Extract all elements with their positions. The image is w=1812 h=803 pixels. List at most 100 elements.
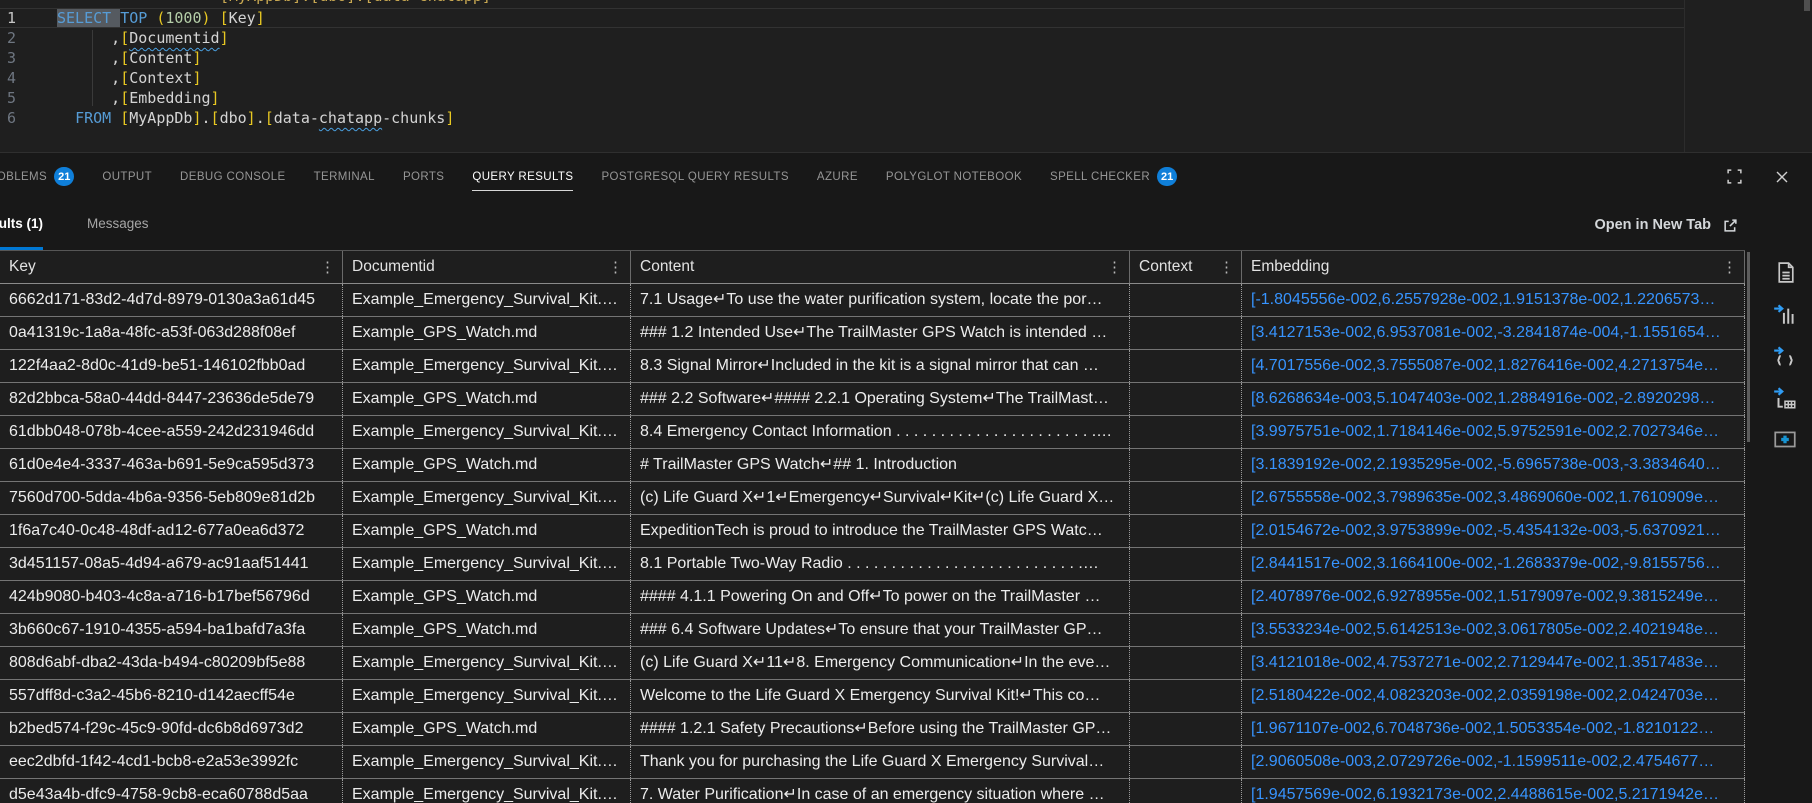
cell-documentid[interactable]: Example_GPS_Watch.md [343,317,631,349]
cell-documentid[interactable]: Example_GPS_Watch.md [343,581,631,613]
cell-embedding[interactable]: [1.9671107e-002,6.7048736e-002,1.5053354… [1242,713,1745,745]
cell-key[interactable]: 0a41319c-1a8a-48fc-a53f-063d288f08ef [0,317,343,349]
cell-context[interactable] [1130,713,1242,745]
save-csv-icon[interactable] [1771,258,1799,286]
cell-context[interactable] [1130,647,1242,679]
cell-content[interactable]: #### 1.2.1 Safety Precautions↵Before usi… [631,713,1130,745]
cell-key[interactable]: 61d0e4e4-3337-463a-b691-5e9ca595d373 [0,449,343,481]
cell-content[interactable]: Thank you for purchasing the Life Guard … [631,746,1130,778]
cell-embedding[interactable]: [2.9060508e-003,2.0729726e-002,-1.159951… [1242,746,1745,778]
cell-context[interactable] [1130,383,1242,415]
tab-results[interactable]: Results (1) [0,200,44,250]
cell-context[interactable] [1130,284,1242,316]
cell-documentid[interactable]: Example_Emergency_Survival_Kit.pdf [343,680,631,712]
cell-context[interactable] [1130,779,1242,803]
show-visualization-icon[interactable] [1771,426,1799,454]
tab-messages[interactable]: Messages [87,200,149,250]
cell-documentid[interactable]: Example_Emergency_Survival_Kit.pdf [343,284,631,316]
cell-content[interactable]: #### 4.1.1 Powering On and Off↵To power … [631,581,1130,613]
panel-tab-terminal[interactable]: TERMINAL [314,153,375,200]
cell-documentid[interactable]: Example_Emergency_Survival_Kit.pdf [343,548,631,580]
cell-key[interactable]: 557dff8d-c3a2-45b6-8210-d142aecff54e [0,680,343,712]
cell-embedding[interactable]: [3.5533234e-002,5.6142513e-002,3.0617805… [1242,614,1745,646]
cell-key[interactable]: 122f4aa2-8d0c-41d9-be51-146102fbb0ad [0,350,343,382]
cell-key[interactable]: 82d2bbca-58a0-44dd-8447-23636de5de79 [0,383,343,415]
cell-embedding[interactable]: [3.1839192e-002,2.1935295e-002,-5.696573… [1242,449,1745,481]
cell-content[interactable]: 8.4 Emergency Contact Information . . . … [631,416,1130,448]
cell-content[interactable]: Welcome to the Life Guard X Emergency Su… [631,680,1130,712]
cell-embedding[interactable]: [4.7017556e-002,3.7555087e-002,1.8276416… [1242,350,1745,382]
panel-tab-debug-console[interactable]: DEBUG CONSOLE [180,153,286,200]
cell-key[interactable]: eec2dbfd-1f42-4cd1-bcb8-e2a53e3992fc [0,746,343,778]
panel-tab-polyglot-notebook[interactable]: POLYGLOT NOTEBOOK [886,153,1022,200]
cell-key[interactable]: 3d451157-08a5-4d94-a679-ac91aaf51441 [0,548,343,580]
cell-context[interactable] [1130,449,1242,481]
cell-context[interactable] [1130,548,1242,580]
editor-scrollbar[interactable] [1804,0,1810,11]
cell-key[interactable]: 7560d700-5dda-4b6a-9356-5eb809e81d2b [0,482,343,514]
panel-tab-ports[interactable]: PORTS [403,153,444,200]
code-line[interactable]: 5 ,[Embedding] [0,88,1684,108]
cell-embedding[interactable]: [2.6755558e-002,3.7989635e-002,3.4869060… [1242,482,1745,514]
cell-key[interactable]: 1f6a7c40-0c48-48df-ad12-677a0ea6d372 [0,515,343,547]
column-menu-icon[interactable]: ⋮ [1104,258,1125,276]
code-line[interactable]: 4 ,[Context] [0,68,1684,88]
column-menu-icon[interactable]: ⋮ [1216,258,1237,276]
code-line[interactable]: 6 FROM [MyAppDb].[dbo].[data-chatapp-chu… [0,108,1684,128]
cell-documentid[interactable]: Example_GPS_Watch.md [343,515,631,547]
cell-documentid[interactable]: Example_GPS_Watch.md [343,614,631,646]
cell-documentid[interactable]: Example_Emergency_Survival_Kit.pdf [343,647,631,679]
cell-key[interactable]: 808d6abf-dba2-43da-b494-c80209bf5e88 [0,647,343,679]
save-excel-icon[interactable] [1771,300,1799,328]
cell-embedding[interactable]: [2.8441517e-002,3.1664100e-002,-1.268337… [1242,548,1745,580]
cell-embedding[interactable]: [1.9457569e-002,6.1932173e-002,2.4488615… [1242,779,1745,803]
cell-embedding[interactable]: [3.4121018e-002,4.7537271e-002,2.7129447… [1242,647,1745,679]
cell-embedding[interactable]: [2.0154672e-002,3.9753899e-002,-5.435413… [1242,515,1745,547]
panel-tab-azure[interactable]: AZURE [817,153,858,200]
cell-context[interactable] [1130,416,1242,448]
cell-embedding[interactable]: [3.4127153e-002,6.9537081e-002,-3.284187… [1242,317,1745,349]
cell-key[interactable]: 6662d171-83d2-4d7d-8979-0130a3a61d45 [0,284,343,316]
cell-key[interactable]: 424b9080-b403-4c8a-a716-b17bef56796d [0,581,343,613]
cell-context[interactable] [1130,317,1242,349]
cell-context[interactable] [1130,746,1242,778]
cell-context[interactable] [1130,614,1242,646]
cell-key[interactable]: d5e43a4b-dfc9-4758-9cb8-eca60788d5aa [0,779,343,803]
cell-content[interactable]: ExpeditionTech is proud to introduce the… [631,515,1130,547]
cell-documentid[interactable]: Example_GPS_Watch.md [343,713,631,745]
cell-key[interactable]: 61dbb048-078b-4cee-a559-242d231946dd [0,416,343,448]
cell-embedding[interactable]: [8.6268634e-003,5.1047403e-002,1.2884916… [1242,383,1745,415]
panel-tab-query-results[interactable]: QUERY RESULTS [472,153,574,200]
cell-key[interactable]: 3b660c67-1910-4355-a594-ba1bafd7a3fa [0,614,343,646]
cell-embedding[interactable]: [2.4078976e-002,6.9278955e-002,1.5179097… [1242,581,1745,613]
grid-scrollbar[interactable] [1747,252,1750,442]
cell-context[interactable] [1130,515,1242,547]
cell-documentid[interactable]: Example_Emergency_Survival_Kit.pdf [343,746,631,778]
cell-content[interactable]: ### 1.2 Intended Use↵The TrailMaster GPS… [631,317,1130,349]
cell-context[interactable] [1130,680,1242,712]
cell-embedding[interactable]: [2.5180422e-002,4.0823203e-002,2.0359198… [1242,680,1745,712]
column-menu-icon[interactable]: ⋮ [1719,258,1740,276]
cell-content[interactable]: ### 2.2 Software↵#### 2.2.1 Operating Sy… [631,383,1130,415]
column-menu-icon[interactable]: ⋮ [605,258,626,276]
code-line[interactable]: 1 SELECT TOP (1000) [Key] [0,8,1684,28]
cell-content[interactable]: # TrailMaster GPS Watch↵## 1. Introducti… [631,449,1130,481]
save-xml-icon[interactable] [1771,384,1799,412]
cell-content[interactable]: 8.1 Portable Two-Way Radio . . . . . . .… [631,548,1130,580]
cell-content[interactable]: (c) Life Guard X↵1↵Emergency↵Survival↵Ki… [631,482,1130,514]
cell-documentid[interactable]: Example_Emergency_Survival_Kit.pdf [343,350,631,382]
cell-documentid[interactable]: Example_Emergency_Survival_Kit.pdf [343,779,631,803]
panel-tab-postgresql-query-results[interactable]: POSTGRESQL QUERY RESULTS [601,153,788,200]
column-menu-icon[interactable]: ⋮ [317,258,338,276]
cell-embedding[interactable]: [3.9975751e-002,1.7184146e-002,5.9752591… [1242,416,1745,448]
cell-content[interactable]: ### 6.4 Software Updates↵To ensure that … [631,614,1130,646]
cell-documentid[interactable]: Example_GPS_Watch.md [343,449,631,481]
cell-context[interactable] [1130,350,1242,382]
cell-context[interactable] [1130,482,1242,514]
panel-tab-output[interactable]: OUTPUT [102,153,152,200]
panel-tab-spell-checker[interactable]: SPELL CHECKER 21 [1050,153,1178,200]
close-panel-icon[interactable] [1768,163,1796,191]
cell-content[interactable]: 7. Water Purification↵In case of an emer… [631,779,1130,803]
sql-editor[interactable]: [MyAppDb].[dbo].[data-chatapp] 1 SELECT … [0,0,1812,153]
open-in-new-tab-button[interactable]: Open in New Tab [1594,200,1740,250]
